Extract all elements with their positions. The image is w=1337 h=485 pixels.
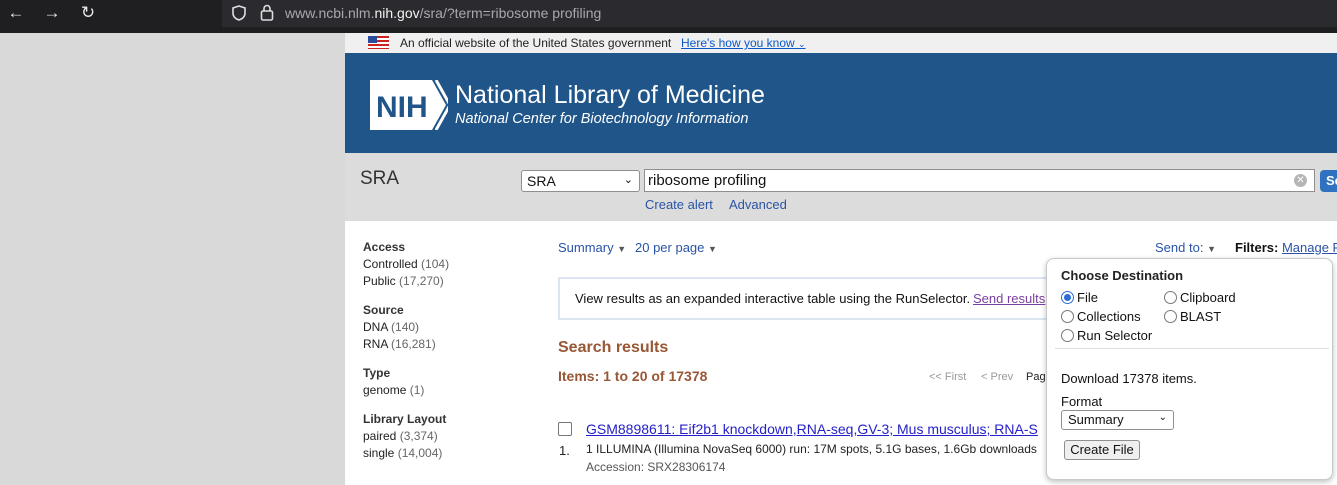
- runselector-notice: View results as an expanded interactive …: [558, 277, 1078, 320]
- radio-icon: [1061, 310, 1074, 323]
- send-results-link[interactable]: Send results: [973, 291, 1045, 306]
- filter-sidebar: Access Controlled (104) Public (17,270) …: [363, 240, 513, 460]
- radio-clipboard[interactable]: Clipboard: [1164, 290, 1236, 305]
- result-title-link[interactable]: GSM8898611: Eif2b1 knockdown,RNA-seq,GV-…: [586, 421, 1038, 437]
- result-checkbox[interactable]: [558, 422, 572, 436]
- search-results-heading: Search results: [558, 339, 669, 356]
- advanced-link[interactable]: Advanced: [729, 197, 787, 212]
- filter-item[interactable]: single (14,004): [363, 446, 513, 460]
- heres-how-you-know-link[interactable]: Here's how you know ⌄: [681, 36, 806, 50]
- filters-label: Filters:: [1235, 240, 1279, 255]
- filter-group-title: Type: [363, 366, 391, 380]
- radio-collections[interactable]: Collections: [1061, 309, 1141, 324]
- per-page-dropdown[interactable]: 20 per page ▼: [635, 240, 717, 255]
- page-label: Pag: [1026, 371, 1046, 383]
- lock-icon: [260, 4, 274, 21]
- chevron-down-icon: ⌄: [1158, 412, 1167, 423]
- nlm-title[interactable]: National Library of Medicine: [455, 81, 765, 110]
- filter-item[interactable]: genome (1): [363, 383, 513, 397]
- filters-area: Filters: Manage F: [1235, 240, 1337, 255]
- result-number: 1.: [559, 443, 570, 458]
- us-flag-icon: [368, 36, 389, 49]
- filter-item[interactable]: DNA (140): [363, 320, 513, 334]
- caret-down-icon: ▼: [1207, 244, 1216, 254]
- search-bar: SRA SRA⌄ ribosome profiling✕ Se Create a…: [345, 153, 1337, 221]
- result-description: 1 ILLUMINA (Illumina NovaSeq 6000) run: …: [586, 442, 1037, 456]
- format-label: Format: [1061, 394, 1103, 409]
- filter-group-title: Source: [363, 303, 404, 317]
- filter-group-title: Library Layout: [363, 412, 447, 426]
- format-select[interactable]: Summary ⌄: [1061, 410, 1174, 430]
- send-to-popup: Choose Destination File Clipboard Collec…: [1046, 258, 1333, 480]
- back-arrow-icon[interactable]: ←: [4, 0, 28, 25]
- result-accession: Accession: SRX28306174: [586, 460, 726, 474]
- filter-group-title: Access: [363, 240, 406, 254]
- ncbi-page: An official website of the United States…: [345, 33, 1337, 485]
- gov-banner: An official website of the United States…: [345, 33, 1337, 53]
- radio-selected-icon: [1061, 291, 1074, 304]
- prev-page-link[interactable]: < Prev: [981, 371, 1013, 383]
- nlm-header: NIH National Library of Medicine Nationa…: [345, 53, 1337, 153]
- caret-down-icon: ▼: [617, 244, 627, 254]
- caret-down-icon: ▼: [708, 244, 717, 254]
- address-bar[interactable]: www.ncbi.nlm.nih.gov/sra/?term=ribosome …: [222, 0, 1337, 27]
- download-count: Download 17378 items.: [1061, 371, 1197, 386]
- items-count: Items: 1 to 20 of 17378: [558, 368, 708, 384]
- clear-icon[interactable]: ✕: [1294, 174, 1307, 187]
- divider: [1055, 348, 1329, 349]
- first-page-link[interactable]: << First: [929, 371, 966, 383]
- search-input[interactable]: ribosome profiling ✕: [644, 169, 1315, 192]
- filter-item[interactable]: paired (3,374): [363, 429, 513, 443]
- filter-item[interactable]: Public (17,270): [363, 274, 513, 288]
- search-button[interactable]: Se: [1320, 170, 1337, 192]
- nih-logo-text: NIH: [376, 91, 428, 124]
- format-dropdown[interactable]: Summary ▼: [558, 240, 626, 255]
- radio-file[interactable]: File: [1061, 290, 1098, 305]
- create-file-button[interactable]: Create File: [1064, 440, 1140, 460]
- nih-logo[interactable]: NIH: [370, 80, 448, 130]
- manage-filters-link[interactable]: Manage F: [1282, 240, 1337, 255]
- radio-run-selector[interactable]: Run Selector: [1061, 328, 1152, 343]
- filter-item[interactable]: RNA (16,281): [363, 337, 513, 351]
- radio-blast[interactable]: BLAST: [1164, 309, 1221, 324]
- radio-icon: [1164, 310, 1177, 323]
- browser-toolbar: ← → ↻ www.ncbi.nlm.nih.gov/sra/?term=rib…: [0, 0, 1337, 33]
- shield-icon: [232, 5, 246, 21]
- choose-destination-heading: Choose Destination: [1061, 268, 1184, 283]
- url-text: www.ncbi.nlm.nih.gov/sra/?term=ribosome …: [285, 5, 602, 21]
- create-alert-link[interactable]: Create alert: [645, 197, 713, 212]
- database-select[interactable]: SRA ⌄: [521, 170, 640, 192]
- radio-icon: [1164, 291, 1177, 304]
- filter-item[interactable]: Controlled (104): [363, 257, 513, 271]
- reload-icon[interactable]: ↻: [76, 0, 100, 25]
- send-to-dropdown[interactable]: Send to: ▼: [1155, 240, 1216, 255]
- ncbi-subtitle: National Center for Biotechnology Inform…: [455, 111, 749, 127]
- page-margin: [0, 33, 345, 485]
- forward-arrow-icon[interactable]: →: [40, 0, 64, 25]
- chevron-down-icon: ⌄: [623, 174, 633, 186]
- runselector-text: View results as an expanded interactive …: [575, 291, 971, 306]
- database-title: SRA: [360, 168, 400, 189]
- radio-icon: [1061, 329, 1074, 342]
- gov-banner-text: An official website of the United States…: [400, 36, 672, 50]
